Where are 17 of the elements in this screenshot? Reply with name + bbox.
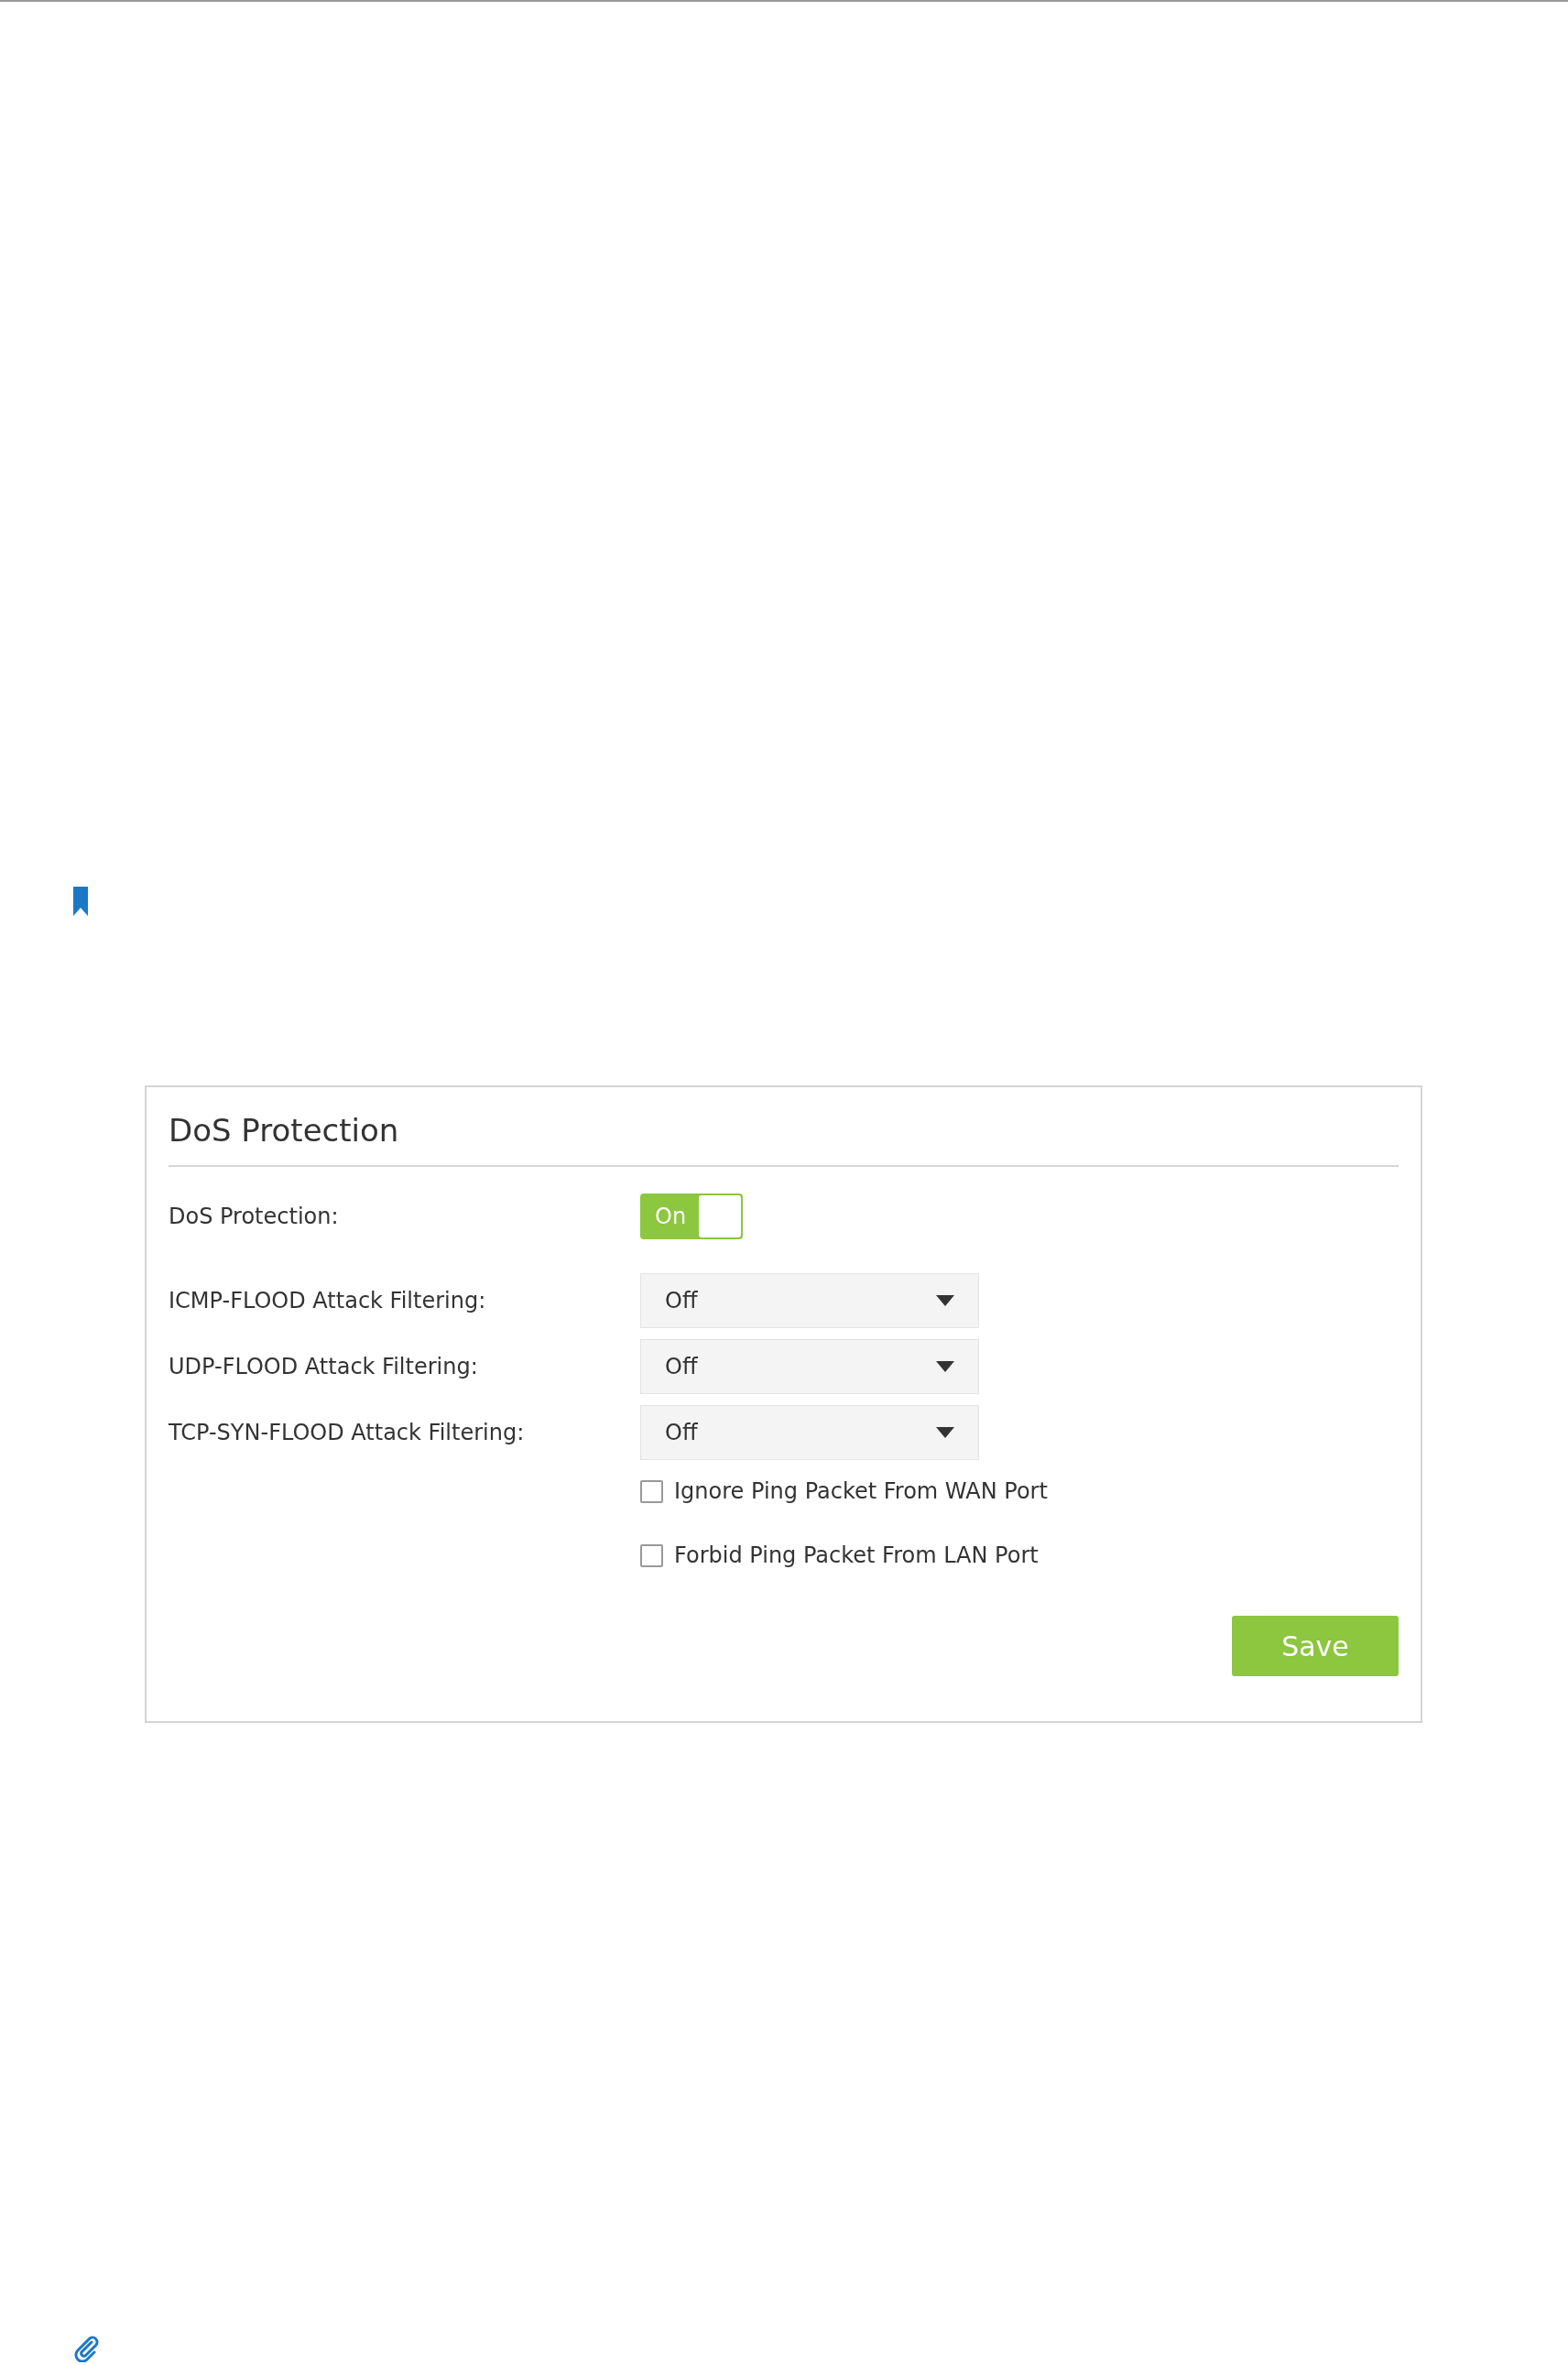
caret-icon: [936, 1361, 954, 1372]
dropdown[interactable]: Off: [640, 1273, 979, 1328]
checkbox-label: Forbid Ping Packet From LAN Port: [674, 1542, 1039, 1570]
caret-icon: [936, 1295, 954, 1306]
checkbox-label: Ignore Ping Packet From WAN Port: [674, 1477, 1048, 1506]
checkbox[interactable]: [640, 1479, 663, 1503]
caret-icon: [936, 1427, 954, 1438]
dropdown[interactable]: Off: [640, 1405, 979, 1460]
paperclip-icon: [73, 2335, 101, 2362]
field-label: ICMP-FLOOD Attack Filtering:: [169, 1288, 486, 1313]
field-label: TCP-SYN-FLOOD Attack Filtering:: [169, 1420, 525, 1445]
checkbox[interactable]: [640, 1543, 663, 1567]
field-label: UDP-FLOOD Attack Filtering:: [169, 1354, 478, 1379]
dropdown[interactable]: Off: [640, 1339, 979, 1394]
field-label: DoS Protection:: [169, 1204, 339, 1229]
panel-title: DoS Protection: [169, 1112, 399, 1149]
bookmark-icon: [73, 887, 88, 916]
